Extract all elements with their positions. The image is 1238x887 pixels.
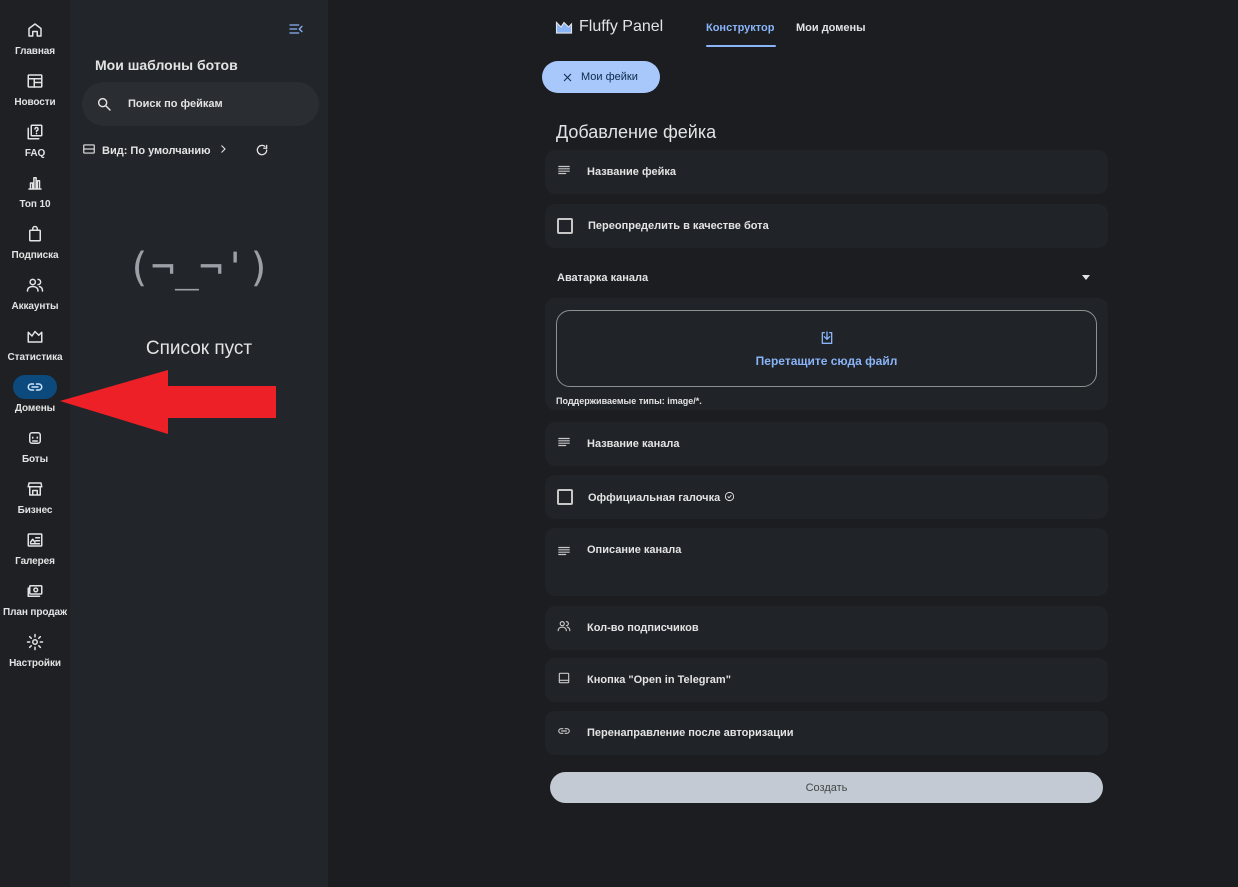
templates-panel: Мои шаблоны ботов Вид: По умолчанию (¬_¬… xyxy=(70,0,328,887)
select-label: Аватарка канала xyxy=(557,272,649,284)
analytics-logo-icon xyxy=(555,21,573,34)
nav-label: Боты xyxy=(21,454,49,465)
money-icon xyxy=(13,579,57,603)
search-icon xyxy=(97,97,111,111)
nav-item-settings[interactable]: Настройки xyxy=(0,630,70,681)
nav-item-accounts[interactable]: Аккаунты xyxy=(0,273,70,324)
nav-label: Топ 10 xyxy=(19,199,51,210)
official-check-row: Оффициальная галочка xyxy=(545,475,1108,519)
field-label: Перенаправление после авторизации xyxy=(587,727,794,739)
channel-description-field[interactable]: Описание канала xyxy=(545,528,1108,596)
dropzone-label: Перетащите сюда файл xyxy=(755,353,898,368)
nav-label: Домены xyxy=(14,403,56,414)
gear-icon xyxy=(13,630,57,654)
nav-rail: Главная Новости FAQ Топ 10 Подписка Акка… xyxy=(0,0,70,887)
empty-face: (¬_¬') xyxy=(126,245,272,291)
file-dropzone[interactable]: Перетащите сюда файл xyxy=(556,310,1097,387)
nav-item-home[interactable]: Главная xyxy=(0,18,70,69)
channel-name-field[interactable]: Название канала xyxy=(545,422,1108,466)
download-box-icon xyxy=(821,330,832,344)
nav-item-sales-plan[interactable]: План продаж xyxy=(0,579,70,630)
field-label: Название фейка xyxy=(587,166,676,178)
telegram-button-field[interactable]: Кнопка "Open in Telegram" xyxy=(545,658,1108,702)
nav-label: Настройки xyxy=(9,658,61,669)
tab-constructor[interactable]: Конструктор xyxy=(706,22,774,34)
store-icon xyxy=(13,477,57,501)
shopping-bag-icon xyxy=(13,222,57,246)
create-button[interactable]: Создать xyxy=(550,772,1103,803)
my-fakes-chip[interactable]: Мои фейки xyxy=(542,61,660,93)
active-tab-indicator xyxy=(706,45,776,47)
nav-item-faq[interactable]: FAQ xyxy=(0,120,70,171)
form-title: Добавление фейка xyxy=(556,122,717,142)
nav-label: План продаж xyxy=(3,607,67,618)
field-label: Кол-во подписчиков xyxy=(587,622,699,634)
nav-label: FAQ xyxy=(24,148,46,159)
users-icon xyxy=(13,273,57,297)
subscribers-field[interactable]: Кол-во подписчиков xyxy=(545,606,1108,650)
nav-label: Подписка xyxy=(11,250,59,261)
view-label: Вид: По умолчанию xyxy=(102,145,211,157)
nav-item-business[interactable]: Бизнес xyxy=(0,477,70,528)
link-icon xyxy=(13,375,57,399)
faq-icon xyxy=(13,120,57,144)
override-bot-row: Переопределить в качестве бота xyxy=(545,204,1108,248)
checkbox-label: Оффициальная галочка xyxy=(588,491,735,504)
gallery-icon xyxy=(13,528,57,552)
supported-types-hint: Поддерживаемые типы: image/*. xyxy=(556,396,702,406)
analytics-icon xyxy=(13,324,57,348)
nav-item-news[interactable]: Новости xyxy=(0,69,70,120)
field-label: Кнопка "Open in Telegram" xyxy=(587,674,731,686)
checkbox-label: Переопределить в качестве бота xyxy=(588,220,769,232)
search-input[interactable] xyxy=(128,98,308,110)
verified-icon xyxy=(720,491,735,504)
users-icon xyxy=(557,619,571,638)
search-box[interactable] xyxy=(82,82,319,126)
override-bot-checkbox[interactable] xyxy=(557,218,573,234)
bot-icon xyxy=(13,426,57,450)
home-icon xyxy=(13,18,57,42)
news-icon xyxy=(13,69,57,93)
nav-label: Аккаунты xyxy=(11,301,59,312)
redirect-field[interactable]: Перенаправление после авторизации xyxy=(545,711,1108,755)
official-check-checkbox[interactable] xyxy=(557,489,573,505)
collapse-panel-button[interactable] xyxy=(288,21,306,39)
field-label: Описание канала xyxy=(587,544,682,556)
panel-title: Мои шаблоны ботов xyxy=(95,57,238,73)
notes-icon xyxy=(557,435,571,454)
refresh-button[interactable] xyxy=(255,143,271,159)
tab-my-domains[interactable]: Мои домены xyxy=(796,22,866,34)
link-icon xyxy=(557,724,571,743)
chevron-right-icon xyxy=(217,142,229,160)
nav-label: Галерея xyxy=(15,556,55,567)
nav-label: Бизнес xyxy=(17,505,53,516)
view-list-icon xyxy=(82,142,96,161)
nav-item-gallery[interactable]: Галерея xyxy=(0,528,70,579)
nav-item-subscription[interactable]: Подписка xyxy=(0,222,70,273)
nav-label: Главная xyxy=(15,46,55,57)
field-label: Название канала xyxy=(587,438,680,450)
bar-chart-icon xyxy=(13,171,57,195)
close-icon xyxy=(563,73,572,81)
empty-list-text: Список пуст xyxy=(145,338,253,359)
notes-icon xyxy=(557,544,571,563)
refresh-icon xyxy=(256,144,268,156)
button-icon xyxy=(557,671,571,690)
logo-text: Fluffy Panel xyxy=(579,18,664,35)
view-selector[interactable]: Вид: По умолчанию xyxy=(82,139,229,163)
fake-name-field[interactable]: Название фейка xyxy=(545,150,1108,194)
chip-label: Мои фейки xyxy=(581,71,638,83)
nav-label: Статистика xyxy=(7,352,63,363)
menu-collapse-icon xyxy=(289,24,303,34)
nav-item-top10[interactable]: Топ 10 xyxy=(0,171,70,222)
notes-icon xyxy=(557,163,571,182)
dropdown-arrow-icon xyxy=(1082,275,1090,280)
avatar-select[interactable]: Аватарка канала xyxy=(545,258,1108,298)
annotation-arrow-icon xyxy=(60,370,276,434)
nav-label: Новости xyxy=(14,97,56,108)
app-logo[interactable]: Fluffy Panel xyxy=(555,18,663,36)
